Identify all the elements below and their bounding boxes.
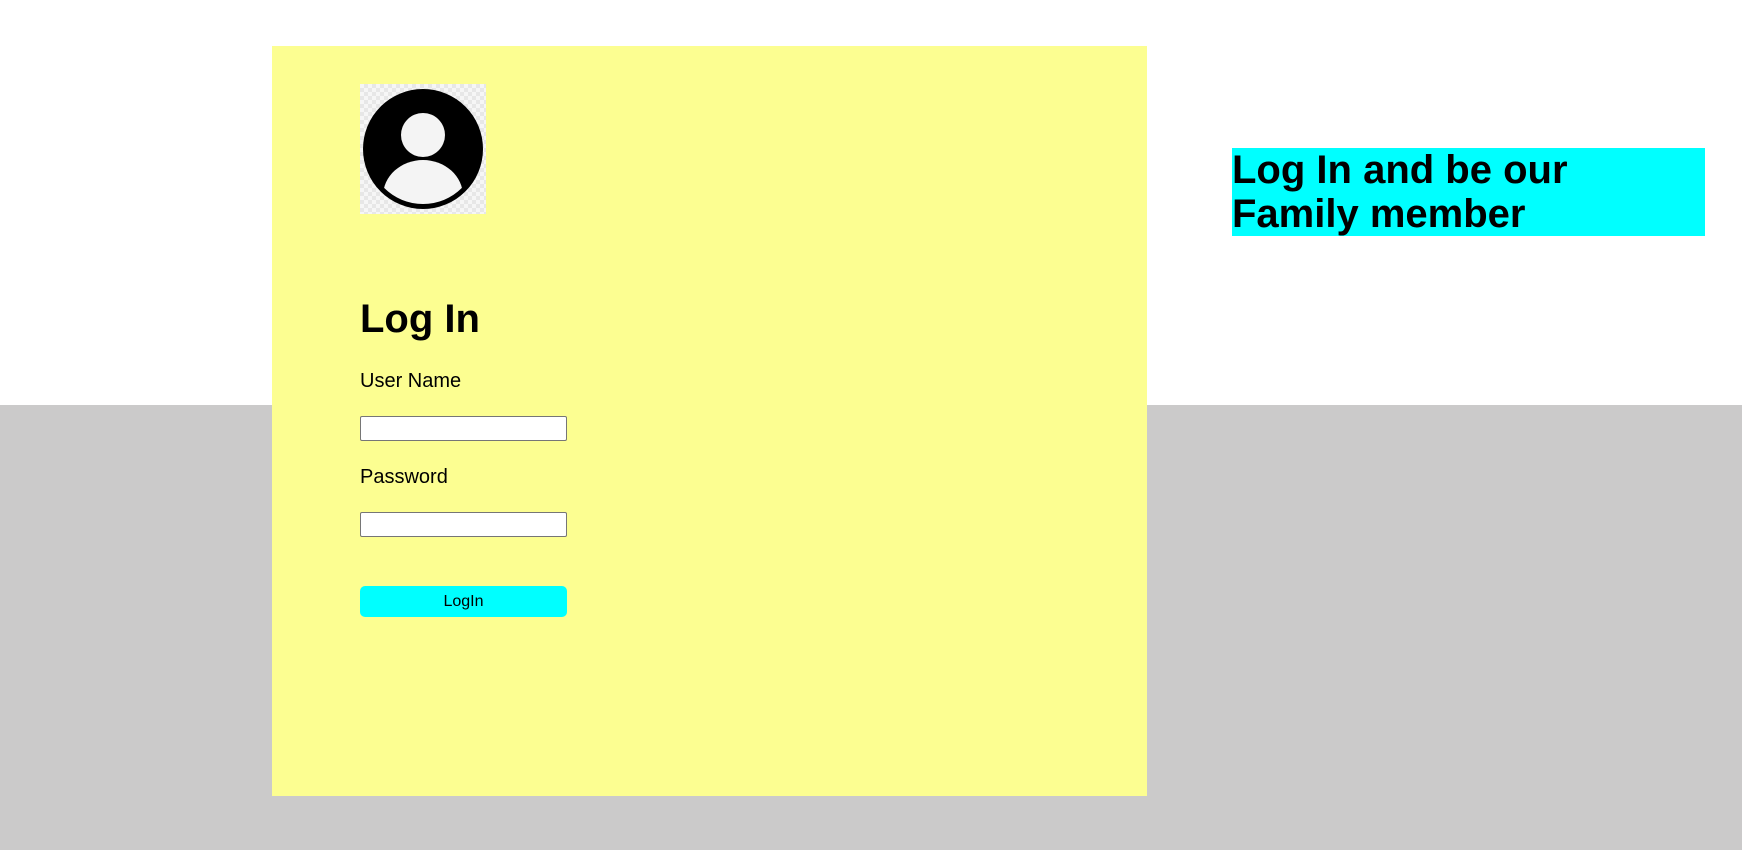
login-button[interactable]: LogIn	[360, 586, 567, 617]
promo-heading: Log In and be our Family member	[1232, 148, 1705, 236]
password-label: Password	[360, 466, 448, 488]
username-label: User Name	[360, 370, 462, 392]
login-title: Log In	[360, 297, 480, 341]
username-input[interactable]	[360, 416, 567, 441]
user-avatar-icon	[360, 84, 486, 214]
password-input[interactable]	[360, 512, 567, 537]
login-panel: Log In User Name Password LogIn	[272, 46, 1147, 796]
